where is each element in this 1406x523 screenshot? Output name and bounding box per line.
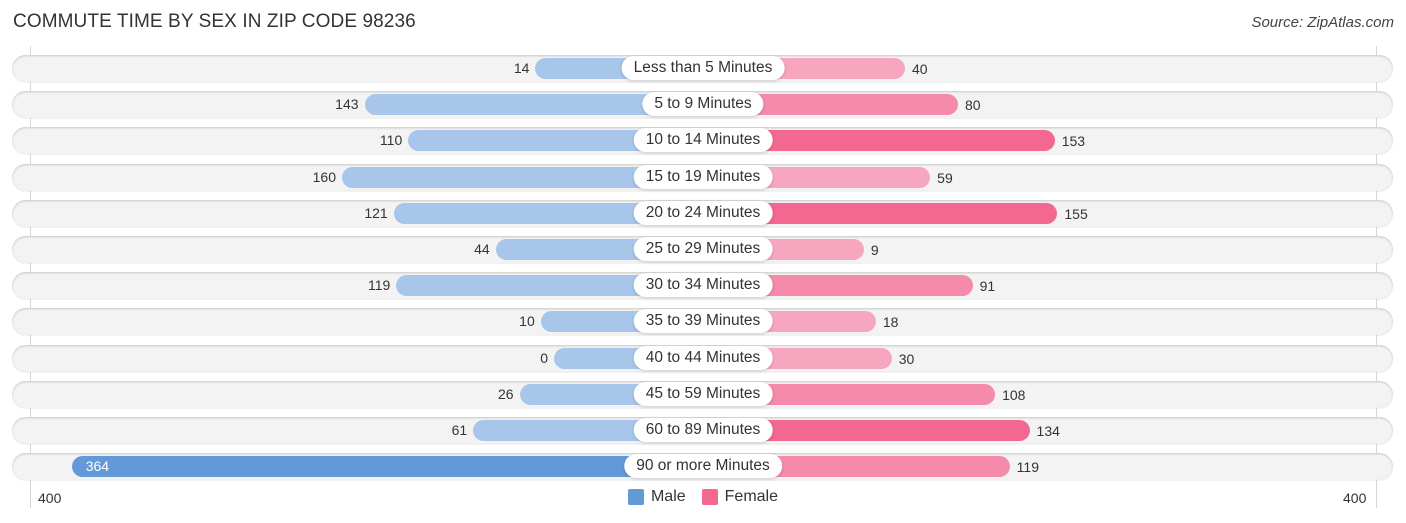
legend-label-male: Male [650, 488, 686, 505]
value-label-female: 108 [1002, 387, 1026, 403]
value-label-female: 153 [1061, 133, 1086, 149]
value-label-male: 364 [85, 458, 110, 474]
value-label-female: 59 [937, 170, 953, 186]
category-label: 10 to 14 Minutes [633, 128, 773, 152]
value-label-female: 80 [965, 97, 981, 113]
value-label-male: 0 [540, 350, 548, 366]
value-label-female: 134 [1036, 423, 1060, 439]
legend-swatch-male [627, 489, 644, 505]
legend-swatch-female [701, 489, 718, 505]
legend-item-female[interactable]: Female [701, 488, 779, 506]
category-label: Less than 5 Minutes [621, 56, 785, 80]
value-label-male: 14 [513, 60, 530, 76]
value-label-male: 10 [519, 313, 535, 329]
value-label-male: 44 [474, 241, 490, 257]
value-label-female: 155 [1064, 206, 1088, 222]
bar-male[interactable] [71, 456, 703, 477]
legend: Male Female [0, 488, 1406, 506]
value-label-male: 26 [497, 386, 514, 402]
chart-rows: Less than 5 Minutes 14 40 5 to 9 Minutes 143… [0, 0, 1406, 523]
category-label: 20 to 24 Minutes [633, 201, 773, 225]
value-label-male: 110 [379, 132, 403, 148]
value-label-female: 119 [1016, 459, 1039, 475]
value-label-male: 119 [368, 277, 391, 293]
value-label-female: 91 [979, 278, 996, 294]
category-label: 25 to 29 Minutes [633, 237, 773, 261]
category-label: 60 to 89 Minutes [633, 418, 773, 442]
value-label-female: 9 [870, 242, 879, 258]
value-label-male: 143 [335, 96, 359, 112]
category-label: 30 to 34 Minutes [633, 273, 773, 297]
category-label: 15 to 19 Minutes [633, 165, 773, 189]
legend-item-male[interactable]: Male [627, 488, 686, 506]
category-label: 90 or more Minutes [624, 454, 782, 478]
value-label-female: 30 [898, 351, 915, 367]
category-label: 40 to 44 Minutes [633, 346, 773, 370]
category-label: 5 to 9 Minutes [642, 92, 764, 116]
value-label-female: 40 [912, 61, 928, 77]
category-label: 45 to 59 Minutes [633, 382, 773, 406]
value-label-male: 61 [451, 422, 468, 438]
value-label-male: 121 [364, 205, 388, 221]
category-label: 35 to 39 Minutes [633, 309, 773, 333]
value-label-male: 160 [312, 169, 336, 185]
legend-label-female: Female [724, 488, 779, 505]
value-label-female: 18 [882, 314, 899, 330]
